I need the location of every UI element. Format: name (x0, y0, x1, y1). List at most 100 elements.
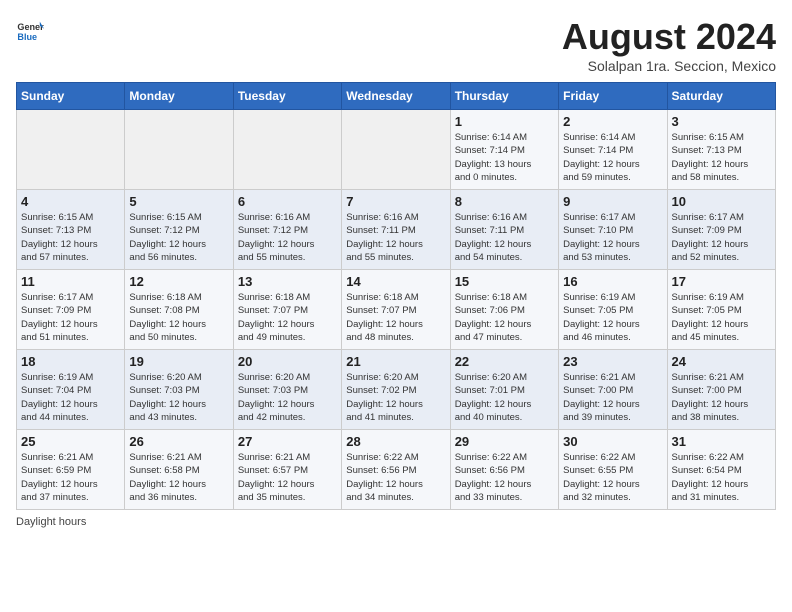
calendar-cell: 19 Sunrise: 6:20 AM Sunset: 7:03 PM Dayli… (125, 350, 233, 430)
calendar-cell: 7Sunrise: 6:16 AM Sunset: 7:11 PM Daylig… (342, 190, 450, 270)
day-info: Sunrise: 6:19 AM Sunset: 7:04 PM Dayligh… (21, 371, 120, 424)
weekday-header-tuesday: Tuesday (233, 83, 341, 110)
day-number: 5 (129, 194, 228, 209)
day-info: Sunrise: 6:20 AM Sunset: 7:03 PM Dayligh… (129, 371, 228, 424)
day-number: 12 (129, 274, 228, 289)
footer-note: Daylight hours (16, 516, 776, 528)
day-number: 17 (672, 274, 771, 289)
week-row-5: 25 Sunrise: 6:21 AM Sunset: 6:59 PM Dayli… (17, 430, 776, 510)
calendar-cell: 25 Sunrise: 6:21 AM Sunset: 6:59 PM Dayli… (17, 430, 125, 510)
day-info: Sunrise: 6:20 AM Sunset: 7:01 PM Dayligh… (455, 371, 554, 424)
day-number: 16 (563, 274, 662, 289)
day-number: 14 (346, 274, 445, 289)
day-number: 27 (238, 434, 337, 449)
calendar-cell: 17 Sunrise: 6:19 AM Sunset: 7:05 PM Dayli… (667, 270, 775, 350)
day-number: 8 (455, 194, 554, 209)
weekday-header-monday: Monday (125, 83, 233, 110)
weekday-header-saturday: Saturday (667, 83, 775, 110)
day-number: 23 (563, 354, 662, 369)
day-number: 31 (672, 434, 771, 449)
day-number: 11 (21, 274, 120, 289)
week-row-4: 18 Sunrise: 6:19 AM Sunset: 7:04 PM Dayli… (17, 350, 776, 430)
day-number: 30 (563, 434, 662, 449)
day-info: Sunrise: 6:17 AM Sunset: 7:10 PM Dayligh… (563, 211, 662, 264)
day-info: Sunrise: 6:16 AM Sunset: 7:12 PM Dayligh… (238, 211, 337, 264)
day-number: 29 (455, 434, 554, 449)
day-info: Sunrise: 6:15 AM Sunset: 7:12 PM Dayligh… (129, 211, 228, 264)
calendar-cell: 12Sunrise: 6:18 AM Sunset: 7:08 PM Dayli… (125, 270, 233, 350)
calendar-cell: 4Sunrise: 6:15 AM Sunset: 7:13 PM Daylig… (17, 190, 125, 270)
day-info: Sunrise: 6:15 AM Sunset: 7:13 PM Dayligh… (672, 131, 771, 184)
day-number: 9 (563, 194, 662, 209)
day-number: 18 (21, 354, 120, 369)
day-info: Sunrise: 6:14 AM Sunset: 7:14 PM Dayligh… (455, 131, 554, 184)
calendar-cell: 16 Sunrise: 6:19 AM Sunset: 7:05 PM Dayli… (559, 270, 667, 350)
calendar-cell: 5 Sunrise: 6:15 AM Sunset: 7:12 PM Daylig… (125, 190, 233, 270)
day-number: 3 (672, 114, 771, 129)
calendar-cell: 30 Sunrise: 6:22 AM Sunset: 6:55 PM Dayli… (559, 430, 667, 510)
day-number: 28 (346, 434, 445, 449)
logo-icon: General Blue (16, 16, 44, 44)
calendar-cell (342, 110, 450, 190)
day-info: Sunrise: 6:17 AM Sunset: 7:09 PM Dayligh… (672, 211, 771, 264)
day-number: 25 (21, 434, 120, 449)
calendar-cell: 21 Sunrise: 6:20 AM Sunset: 7:02 PM Dayli… (342, 350, 450, 430)
day-number: 21 (346, 354, 445, 369)
day-info: Sunrise: 6:22 AM Sunset: 6:54 PM Dayligh… (672, 451, 771, 504)
day-number: 1 (455, 114, 554, 129)
day-number: 13 (238, 274, 337, 289)
day-number: 24 (672, 354, 771, 369)
day-info: Sunrise: 6:14 AM Sunset: 7:14 PM Dayligh… (563, 131, 662, 184)
calendar-cell: 1 Sunrise: 6:14 AM Sunset: 7:14 PM Daylig… (450, 110, 558, 190)
day-info: Sunrise: 6:20 AM Sunset: 7:03 PM Dayligh… (238, 371, 337, 424)
weekday-header-sunday: Sunday (17, 83, 125, 110)
calendar-cell: 13 Sunrise: 6:18 AM Sunset: 7:07 PM Dayli… (233, 270, 341, 350)
calendar-cell: 20Sunrise: 6:20 AM Sunset: 7:03 PM Dayli… (233, 350, 341, 430)
day-info: Sunrise: 6:22 AM Sunset: 6:56 PM Dayligh… (455, 451, 554, 504)
calendar-cell: 3 Sunrise: 6:15 AM Sunset: 7:13 PM Daylig… (667, 110, 775, 190)
weekday-header-row: SundayMondayTuesdayWednesdayThursdayFrid… (17, 83, 776, 110)
day-number: 19 (129, 354, 228, 369)
calendar-cell: 31 Sunrise: 6:22 AM Sunset: 6:54 PM Dayli… (667, 430, 775, 510)
logo: General Blue (16, 16, 44, 44)
day-info: Sunrise: 6:18 AM Sunset: 7:07 PM Dayligh… (346, 291, 445, 344)
day-info: Sunrise: 6:19 AM Sunset: 7:05 PM Dayligh… (563, 291, 662, 344)
calendar-cell: 28Sunrise: 6:22 AM Sunset: 6:56 PM Dayli… (342, 430, 450, 510)
calendar-cell: 24 Sunrise: 6:21 AM Sunset: 7:00 PM Dayli… (667, 350, 775, 430)
day-info: Sunrise: 6:15 AM Sunset: 7:13 PM Dayligh… (21, 211, 120, 264)
week-row-2: 4Sunrise: 6:15 AM Sunset: 7:13 PM Daylig… (17, 190, 776, 270)
week-row-1: 1 Sunrise: 6:14 AM Sunset: 7:14 PM Daylig… (17, 110, 776, 190)
calendar-cell: 10 Sunrise: 6:17 AM Sunset: 7:09 PM Dayli… (667, 190, 775, 270)
day-info: Sunrise: 6:19 AM Sunset: 7:05 PM Dayligh… (672, 291, 771, 344)
day-number: 6 (238, 194, 337, 209)
day-info: Sunrise: 6:21 AM Sunset: 6:59 PM Dayligh… (21, 451, 120, 504)
day-info: Sunrise: 6:21 AM Sunset: 7:00 PM Dayligh… (672, 371, 771, 424)
calendar-cell: 18 Sunrise: 6:19 AM Sunset: 7:04 PM Dayli… (17, 350, 125, 430)
calendar-cell: 26 Sunrise: 6:21 AM Sunset: 6:58 PM Dayli… (125, 430, 233, 510)
calendar-cell: 27 Sunrise: 6:21 AM Sunset: 6:57 PM Dayli… (233, 430, 341, 510)
header: General Blue August 2024 Solalpan 1ra. S… (16, 16, 776, 74)
calendar-cell: 11 Sunrise: 6:17 AM Sunset: 7:09 PM Dayli… (17, 270, 125, 350)
calendar-subtitle: Solalpan 1ra. Seccion, Mexico (562, 58, 776, 74)
calendar-table: SundayMondayTuesdayWednesdayThursdayFrid… (16, 82, 776, 510)
weekday-header-friday: Friday (559, 83, 667, 110)
svg-text:Blue: Blue (17, 32, 37, 42)
day-number: 2 (563, 114, 662, 129)
day-number: 10 (672, 194, 771, 209)
calendar-title: August 2024 (562, 16, 776, 58)
day-info: Sunrise: 6:17 AM Sunset: 7:09 PM Dayligh… (21, 291, 120, 344)
day-number: 7 (346, 194, 445, 209)
day-info: Sunrise: 6:20 AM Sunset: 7:02 PM Dayligh… (346, 371, 445, 424)
day-info: Sunrise: 6:21 AM Sunset: 6:58 PM Dayligh… (129, 451, 228, 504)
day-info: Sunrise: 6:18 AM Sunset: 7:06 PM Dayligh… (455, 291, 554, 344)
calendar-cell: 22 Sunrise: 6:20 AM Sunset: 7:01 PM Dayli… (450, 350, 558, 430)
day-number: 22 (455, 354, 554, 369)
day-info: Sunrise: 6:18 AM Sunset: 7:07 PM Dayligh… (238, 291, 337, 344)
calendar-cell: 6 Sunrise: 6:16 AM Sunset: 7:12 PM Daylig… (233, 190, 341, 270)
calendar-cell: 23Sunrise: 6:21 AM Sunset: 7:00 PM Dayli… (559, 350, 667, 430)
calendar-cell: 8Sunrise: 6:16 AM Sunset: 7:11 PM Daylig… (450, 190, 558, 270)
day-info: Sunrise: 6:22 AM Sunset: 6:55 PM Dayligh… (563, 451, 662, 504)
day-info: Sunrise: 6:21 AM Sunset: 6:57 PM Dayligh… (238, 451, 337, 504)
day-number: 26 (129, 434, 228, 449)
day-number: 15 (455, 274, 554, 289)
